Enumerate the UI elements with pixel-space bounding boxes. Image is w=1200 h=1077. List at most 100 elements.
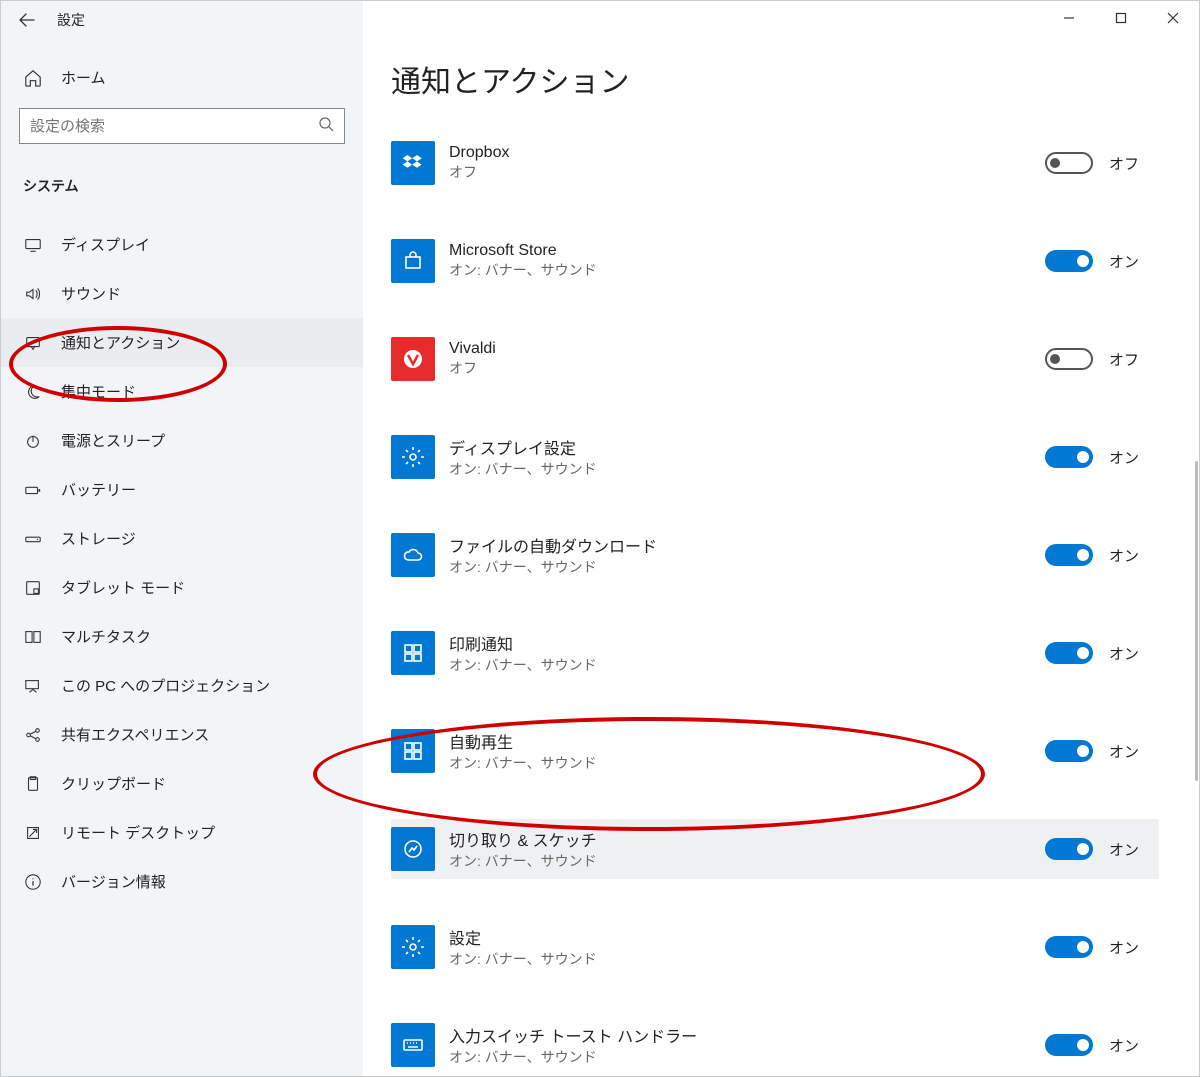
search-icon [318,116,334,137]
sidebar-item-label: バージョン情報 [61,871,166,892]
scrollbar[interactable] [1195,461,1198,781]
toggle-switch[interactable] [1045,1034,1093,1056]
sidebar-item-label: タブレット モード [61,577,185,598]
sidebar-item-label: 共有エクスペリエンス [61,724,209,745]
home-link[interactable]: ホーム [1,39,363,108]
minimize-button[interactable] [1043,1,1095,35]
app-sublabel: オン: バナー、サウンド [449,557,1045,577]
search-box[interactable] [19,108,345,144]
sidebar-item-remote[interactable]: リモート デスクトップ [1,808,363,857]
window-controls [1043,1,1199,35]
app-sublabel: オフ [449,162,1045,182]
app-row[interactable]: Vivaldiオフオフ [391,329,1159,389]
toggle-switch[interactable] [1045,348,1093,370]
app-row[interactable]: ファイルの自動ダウンロードオン: バナー、サウンドオン [391,525,1159,585]
sidebar-item-label: ディスプレイ [61,234,150,255]
page-title: 通知とアクション [391,57,1199,101]
app-sublabel: オン: バナー、サウンド [449,459,1045,479]
toggle-state-label: オン [1109,937,1149,958]
app-row[interactable]: 設定オン: バナー、サウンド オン [391,917,1159,977]
app-info: 印刷通知オン: バナー、サウンド [449,631,1045,675]
sidebar-item-clipboard[interactable]: クリップボード [1,759,363,808]
toggle-state-label: オン [1109,447,1149,468]
sidebar-item-shared[interactable]: 共有エクスペリエンス [1,710,363,759]
app-sublabel: オン: バナー、サウンド [449,260,1045,280]
toggle-switch[interactable] [1045,740,1093,762]
snip-icon [391,827,435,871]
app-label: 設定 [449,925,1045,949]
sidebar-item-about[interactable]: バージョン情報 [1,857,363,906]
toggle-state-label: オン [1109,741,1149,762]
app-row[interactable]: 切り取り & スケッチオン: バナー、サウンドオン [391,819,1159,879]
app-sublabel: オフ [449,358,1045,378]
app-row[interactable]: Microsoft Storeオン: バナー、サウンドオン [391,231,1159,291]
app-info: ディスプレイ設定オン: バナー、サウンド [449,435,1045,479]
storage-icon [23,530,43,548]
back-button[interactable] [19,12,35,28]
store-icon [391,239,435,283]
toggle-wrap: オン [1045,1034,1149,1056]
keyboard-icon [391,1023,435,1067]
app-info: Dropboxオフ [449,144,1045,182]
sidebar-item-notifications[interactable]: 通知とアクション [1,318,363,367]
app-sublabel: オン: バナー、サウンド [449,851,1045,871]
toggle-wrap: オン [1045,838,1149,860]
sidebar-item-sound[interactable]: サウンド [1,269,363,318]
window-title: 設定 [57,10,85,30]
toggle-state-label: オン [1109,839,1149,860]
app-info: 入力スイッチ トースト ハンドラーオン: バナー、サウンド [449,1023,1045,1067]
sidebar-item-label: 通知とアクション [61,332,180,353]
app-label: Microsoft Store [449,242,1045,260]
gear-icon [391,435,435,479]
toggle-switch[interactable] [1045,446,1093,468]
sidebar-item-label: 電源とスリープ [61,430,165,451]
app-row[interactable]: 印刷通知オン: バナー、サウンド オン [391,623,1159,683]
toggle-wrap: オフ [1045,348,1149,370]
info-icon [23,873,43,891]
toggle-state-label: オフ [1109,349,1149,370]
section-label: システム [1,144,363,204]
clipboard-icon [23,775,43,793]
sidebar-item-projection[interactable]: この PC へのプロジェクション [1,661,363,710]
toggle-switch[interactable] [1045,838,1093,860]
sidebar-item-tablet[interactable]: タブレット モード [1,563,363,612]
app-row[interactable]: Dropboxオフオフ [391,133,1159,193]
gear-icon [391,925,435,969]
nav-list: ディスプレイ サウンド 通知とアクション 集中モード 電源とスリープ バッテリー… [1,204,363,906]
app-sublabel: オン: バナー、サウンド [449,753,1045,773]
close-button[interactable] [1147,1,1199,35]
app-label: ファイルの自動ダウンロード [449,533,1045,557]
sidebar-item-storage[interactable]: ストレージ [1,514,363,563]
app-row[interactable]: 入力スイッチ トースト ハンドラーオン: バナー、サウンドオン [391,1015,1159,1075]
arrow-left-icon [19,12,35,28]
toggle-state-label: オン [1109,643,1149,664]
battery-icon [23,481,43,499]
power-icon [23,432,43,450]
sidebar-item-power[interactable]: 電源とスリープ [1,416,363,465]
toggle-switch[interactable] [1045,250,1093,272]
app-row[interactable]: ディスプレイ設定オン: バナー、サウンド オン [391,427,1159,487]
toggle-switch[interactable] [1045,936,1093,958]
toggle-wrap: オン [1045,250,1149,272]
sidebar-item-battery[interactable]: バッテリー [1,465,363,514]
sidebar-item-multitask[interactable]: マルチタスク [1,612,363,661]
toggle-switch[interactable] [1045,152,1093,174]
sidebar-item-label: マルチタスク [61,626,151,647]
app-sublabel: オン: バナー、サウンド [449,949,1045,969]
toggle-wrap: オン [1045,740,1149,762]
toggle-switch[interactable] [1045,642,1093,664]
sidebar-item-label: バッテリー [61,479,136,500]
maximize-button[interactable] [1095,1,1147,35]
sidebar-item-focus[interactable]: 集中モード [1,367,363,416]
toggle-state-label: オフ [1109,153,1149,174]
sidebar-item-label: リモート デスクトップ [61,822,215,843]
sidebar-item-display[interactable]: ディスプレイ [1,220,363,269]
sidebar-item-label: ストレージ [61,528,136,549]
app-label: Vivaldi [449,340,1045,358]
tiles-icon [391,729,435,773]
search-input[interactable] [30,118,318,135]
toggle-switch[interactable] [1045,544,1093,566]
cloud-icon [391,533,435,577]
tablet-icon [23,579,43,597]
app-row[interactable]: 自動再生オン: バナー、サウンドオン [391,721,1159,781]
